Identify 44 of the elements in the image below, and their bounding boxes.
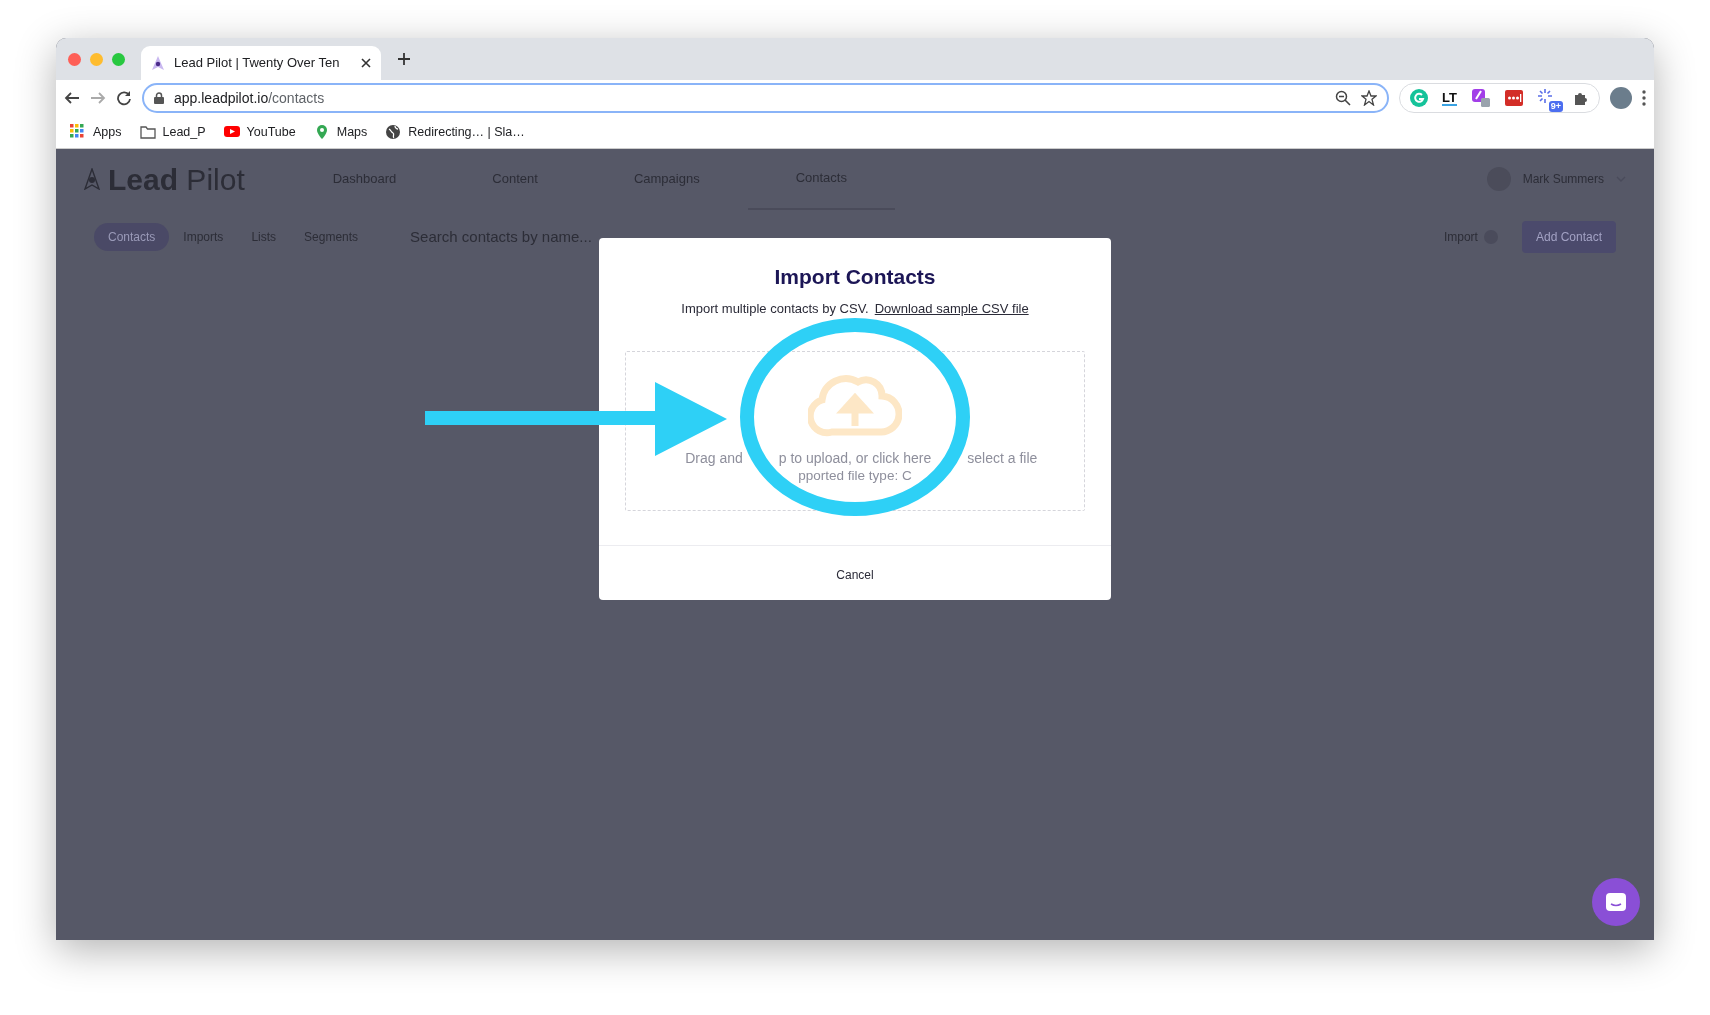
file-type-text: pported file type: C bbox=[798, 468, 912, 485]
address-bar[interactable]: app.leadpilot.io/contacts bbox=[142, 83, 1390, 113]
bookmark-link[interactable]: Lead_P bbox=[139, 122, 206, 142]
bookmark-link[interactable]: Maps bbox=[313, 122, 368, 142]
bookmark-link[interactable]: Redirecting… | Sla… bbox=[385, 122, 525, 142]
pen-extension-icon[interactable] bbox=[1471, 88, 1491, 108]
back-arrow-icon[interactable] bbox=[64, 90, 80, 106]
bookmark-link[interactable]: Apps bbox=[70, 122, 122, 142]
puzzle-icon[interactable] bbox=[1573, 90, 1589, 106]
notification-badge: 9+ bbox=[1548, 101, 1563, 112]
window-control-dot[interactable] bbox=[90, 52, 103, 66]
download-link[interactable]: Download sample CSV file bbox=[874, 301, 1029, 317]
avatar-circle[interactable] bbox=[1610, 87, 1632, 109]
url-text[interactable]: app.leadpilot.io/contacts bbox=[174, 87, 1326, 109]
upload-hint-text: p to upload, or click here bbox=[778, 449, 932, 467]
chat-button[interactable] bbox=[1592, 878, 1640, 926]
extension-button[interactable]: LT bbox=[1442, 90, 1457, 106]
modal-subtitle: Import multiple contacts by CSV. bbox=[681, 301, 869, 317]
modal-title: Import Contacts bbox=[773, 264, 937, 290]
globe-icon bbox=[385, 124, 402, 140]
sub-tab[interactable]: Contacts bbox=[94, 223, 170, 251]
window-control-dot[interactable] bbox=[68, 52, 81, 66]
folder-icon bbox=[139, 124, 156, 140]
reload-icon[interactable] bbox=[116, 90, 132, 106]
add-contact-button[interactable]: Add Contact bbox=[1521, 221, 1616, 253]
upload-hint-text: Drag and bbox=[685, 449, 743, 467]
zoom-out-icon[interactable] bbox=[1335, 90, 1352, 106]
chat-icon bbox=[1605, 892, 1627, 912]
lock-icon bbox=[154, 92, 164, 104]
browser-tab[interactable]: Lead Pilot | Twenty Over Ten bbox=[141, 46, 381, 80]
rocket-icon bbox=[151, 55, 165, 71]
dots-extension-icon[interactable] bbox=[1505, 90, 1523, 106]
sunburst-icon bbox=[1537, 88, 1553, 104]
cancel-button[interactable]: Cancel bbox=[830, 564, 880, 585]
close-icon[interactable] bbox=[361, 58, 371, 68]
upload-hint-text: select a file bbox=[967, 449, 1038, 467]
rocket-logo-icon bbox=[84, 168, 100, 190]
play-icon bbox=[223, 124, 240, 140]
more-menu-icon[interactable] bbox=[1642, 90, 1646, 106]
window-control-dot[interactable] bbox=[112, 52, 125, 66]
bookmark-link[interactable]: YouTube bbox=[223, 122, 296, 142]
apps-grid-icon bbox=[70, 124, 86, 140]
plus-icon[interactable] bbox=[397, 52, 411, 66]
star-icon[interactable] bbox=[1361, 90, 1378, 106]
